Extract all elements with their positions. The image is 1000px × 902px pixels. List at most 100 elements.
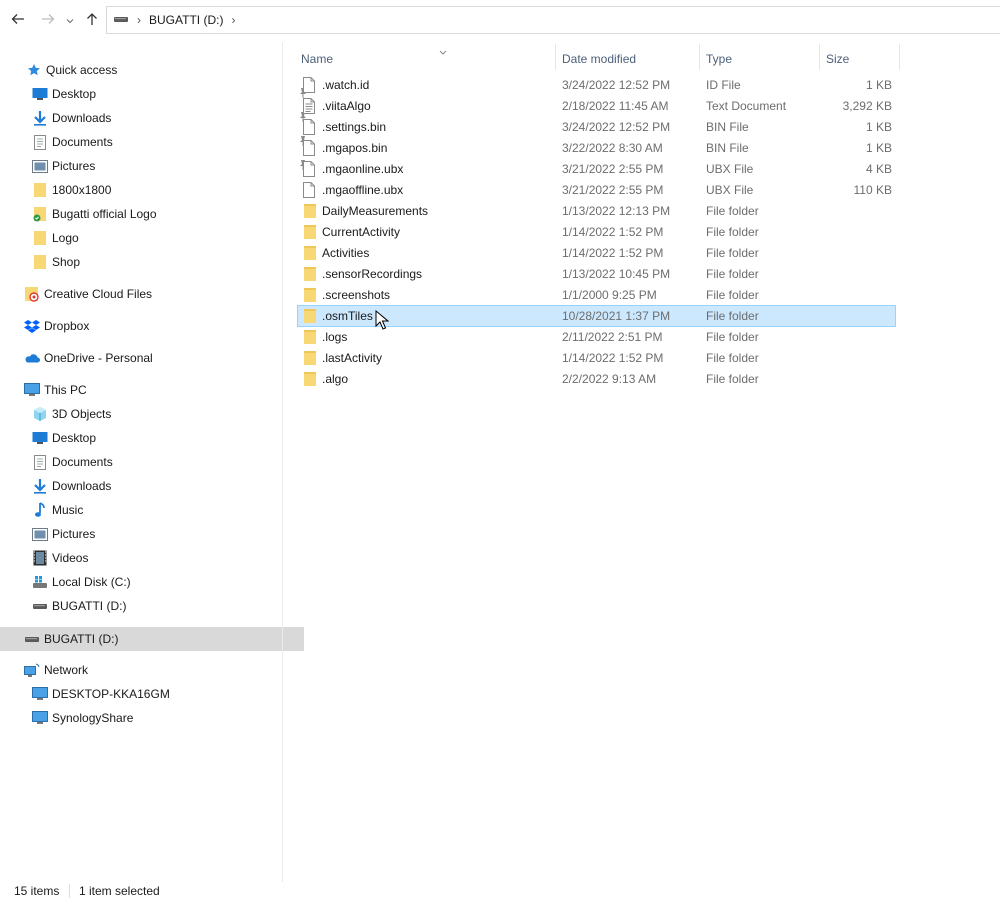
nav-label: OneDrive - Personal: [44, 351, 153, 365]
file-row[interactable]: .settings.bin 3/24/2022 12:52 PM BIN File 1…: [298, 117, 895, 137]
file-name: .mgaoffline.ubx: [322, 183, 404, 197]
nav-this-pc[interactable]: This PC: [0, 378, 304, 402]
nav-videos[interactable]: Videos: [0, 546, 312, 570]
nav-downloads-pinned[interactable]: Downloads: [0, 106, 312, 130]
nav-pictures[interactable]: Pictures: [0, 522, 312, 546]
file-row[interactable]: .screenshots 1/1/2000 9:25 PM File folder: [298, 285, 895, 305]
navigation-pane: Quick access Desktop Downloads Documents…: [0, 42, 306, 878]
folder-icon: [303, 329, 317, 345]
breadcrumb-separator[interactable]: ›: [137, 13, 141, 27]
column-header-size[interactable]: Size: [826, 46, 896, 72]
file-date-modified: 1/14/2022 1:52 PM: [562, 225, 664, 239]
file-row[interactable]: .viitaAlgo 2/18/2022 11:45 AM Text Documen…: [298, 96, 895, 116]
nav-label: Downloads: [52, 111, 112, 125]
file-row[interactable]: .algo 2/2/2022 9:13 AM File folder: [298, 369, 895, 389]
file-row[interactable]: .mgaoffline.ubx 3/21/2022 2:55 PM UBX File…: [298, 180, 895, 200]
nav-label: BUGATTI (D:): [44, 632, 119, 646]
mouse-cursor-icon: [375, 309, 390, 333]
nav-label: Creative Cloud Files: [44, 287, 153, 301]
nav-onedrive-personal[interactable]: OneDrive - Personal: [0, 346, 304, 370]
sort-ascending-icon: [439, 44, 447, 58]
nav-music[interactable]: Music: [0, 498, 312, 522]
back-button[interactable]: [8, 10, 28, 30]
nav-desktop-pinned[interactable]: Desktop: [0, 82, 312, 106]
recent-locations-button[interactable]: [62, 10, 78, 30]
nav-local-disk-c[interactable]: Local Disk (C:): [0, 570, 312, 594]
column-divider[interactable]: [555, 44, 556, 70]
file-row[interactable]: .lastActivity 1/14/2022 1:52 PM File folde…: [298, 348, 895, 368]
file-row[interactable]: DailyMeasurements 1/13/2022 12:13 PM File …: [298, 201, 895, 221]
nav-label: Documents: [52, 455, 113, 469]
file-row[interactable]: CurrentActivity 1/14/2022 1:52 PM File fol…: [298, 222, 895, 242]
file-type: BIN File: [706, 141, 749, 155]
file-size: [818, 369, 892, 389]
nav-folder-logo[interactable]: Logo: [0, 226, 312, 250]
file-name: .mgaonline.ubx: [322, 162, 404, 176]
arrow-up-icon: [86, 12, 98, 29]
column-divider[interactable]: [699, 44, 700, 70]
drive-icon: [113, 13, 129, 27]
nav-label: DESKTOP-KKA16GM: [52, 687, 170, 701]
nav-dropbox[interactable]: Dropbox: [0, 314, 304, 338]
documents-icon: [32, 134, 48, 150]
nav-bugatti-d-under-this-pc[interactable]: BUGATTI (D:): [0, 594, 312, 618]
nav-label: Pictures: [52, 527, 96, 541]
download-icon: [32, 110, 48, 126]
nav-synologyshare[interactable]: SynologyShare: [0, 706, 312, 730]
nav-label: Pictures: [52, 159, 96, 173]
file-row[interactable]: .mgaonline.ubx 3/21/2022 2:55 PM UBX File 4…: [298, 159, 895, 179]
nav-documents-pinned[interactable]: Documents: [0, 130, 312, 154]
column-divider[interactable]: [819, 44, 820, 70]
documents-icon: [32, 454, 48, 470]
nav-folder-shop[interactable]: Shop: [0, 250, 312, 274]
nav-3d-objects[interactable]: 3D Objects: [0, 402, 312, 426]
column-header-name[interactable]: Name: [301, 46, 551, 72]
nav-network[interactable]: Network: [0, 658, 304, 682]
folder-icon: [32, 230, 48, 246]
up-button[interactable]: [82, 10, 102, 30]
file-row[interactable]: .watch.id 3/24/2022 12:52 PM ID File 1 KB: [298, 75, 895, 95]
file-size: [818, 327, 892, 347]
address-bar[interactable]: › BUGATTI (D:) ›: [106, 6, 1000, 34]
nav-label: SynologyShare: [52, 711, 134, 725]
file-size: [818, 285, 892, 305]
file-size: [818, 306, 892, 326]
nav-bugatti-d[interactable]: BUGATTI (D:): [0, 627, 304, 651]
windows-drive-icon: [32, 574, 48, 590]
text-document-icon: [303, 98, 317, 114]
file-type: File folder: [706, 288, 759, 302]
file-size: [818, 201, 892, 221]
nav-label: Bugatti official Logo: [52, 207, 157, 221]
file-size: 1 KB: [865, 78, 892, 92]
file-size: 4 KB: [865, 162, 892, 176]
nav-quick-access[interactable]: Quick access: [0, 58, 306, 82]
file-date-modified: 1/14/2022 1:52 PM: [562, 246, 664, 260]
file-size: 1 KB: [865, 141, 892, 155]
file-size: [818, 222, 892, 242]
file-name: DailyMeasurements: [322, 204, 429, 218]
forward-button[interactable]: [38, 10, 58, 30]
nav-desktop-kka16gm[interactable]: DESKTOP-KKA16GM: [0, 682, 312, 706]
file-row[interactable]: .sensorRecordings 1/13/2022 10:45 PM File …: [298, 264, 895, 284]
breadcrumb-drive[interactable]: BUGATTI (D:): [149, 13, 223, 27]
breadcrumb-separator[interactable]: ›: [231, 13, 235, 27]
nav-folder-1800x1800[interactable]: 1800x1800: [0, 178, 312, 202]
nav-documents[interactable]: Documents: [0, 450, 312, 474]
nav-creative-cloud-files[interactable]: Creative Cloud Files: [0, 282, 304, 306]
file-size: [818, 348, 892, 368]
nav-desktop[interactable]: Desktop: [0, 426, 312, 450]
nav-pictures-pinned[interactable]: Pictures: [0, 154, 312, 178]
nav-folder-bugatti-official-logo[interactable]: Bugatti official Logo: [0, 202, 312, 226]
column-header-type[interactable]: Type: [706, 46, 816, 72]
file-type: ID File: [706, 78, 741, 92]
file-date-modified: 3/21/2022 2:55 PM: [562, 162, 664, 176]
column-divider[interactable]: [899, 44, 900, 70]
file-size: [818, 264, 892, 284]
column-header-date[interactable]: Date modified: [562, 46, 702, 72]
column-header-label: Name: [301, 52, 334, 66]
file-row[interactable]: .mgapos.bin 3/22/2022 8:30 AM BIN File 1 KB: [298, 138, 895, 158]
file-row[interactable]: Activities 1/14/2022 1:52 PM File folder: [298, 243, 895, 263]
nav-downloads[interactable]: Downloads: [0, 474, 312, 498]
file-name: .watch.id: [322, 78, 370, 92]
folder-icon: [303, 224, 317, 240]
